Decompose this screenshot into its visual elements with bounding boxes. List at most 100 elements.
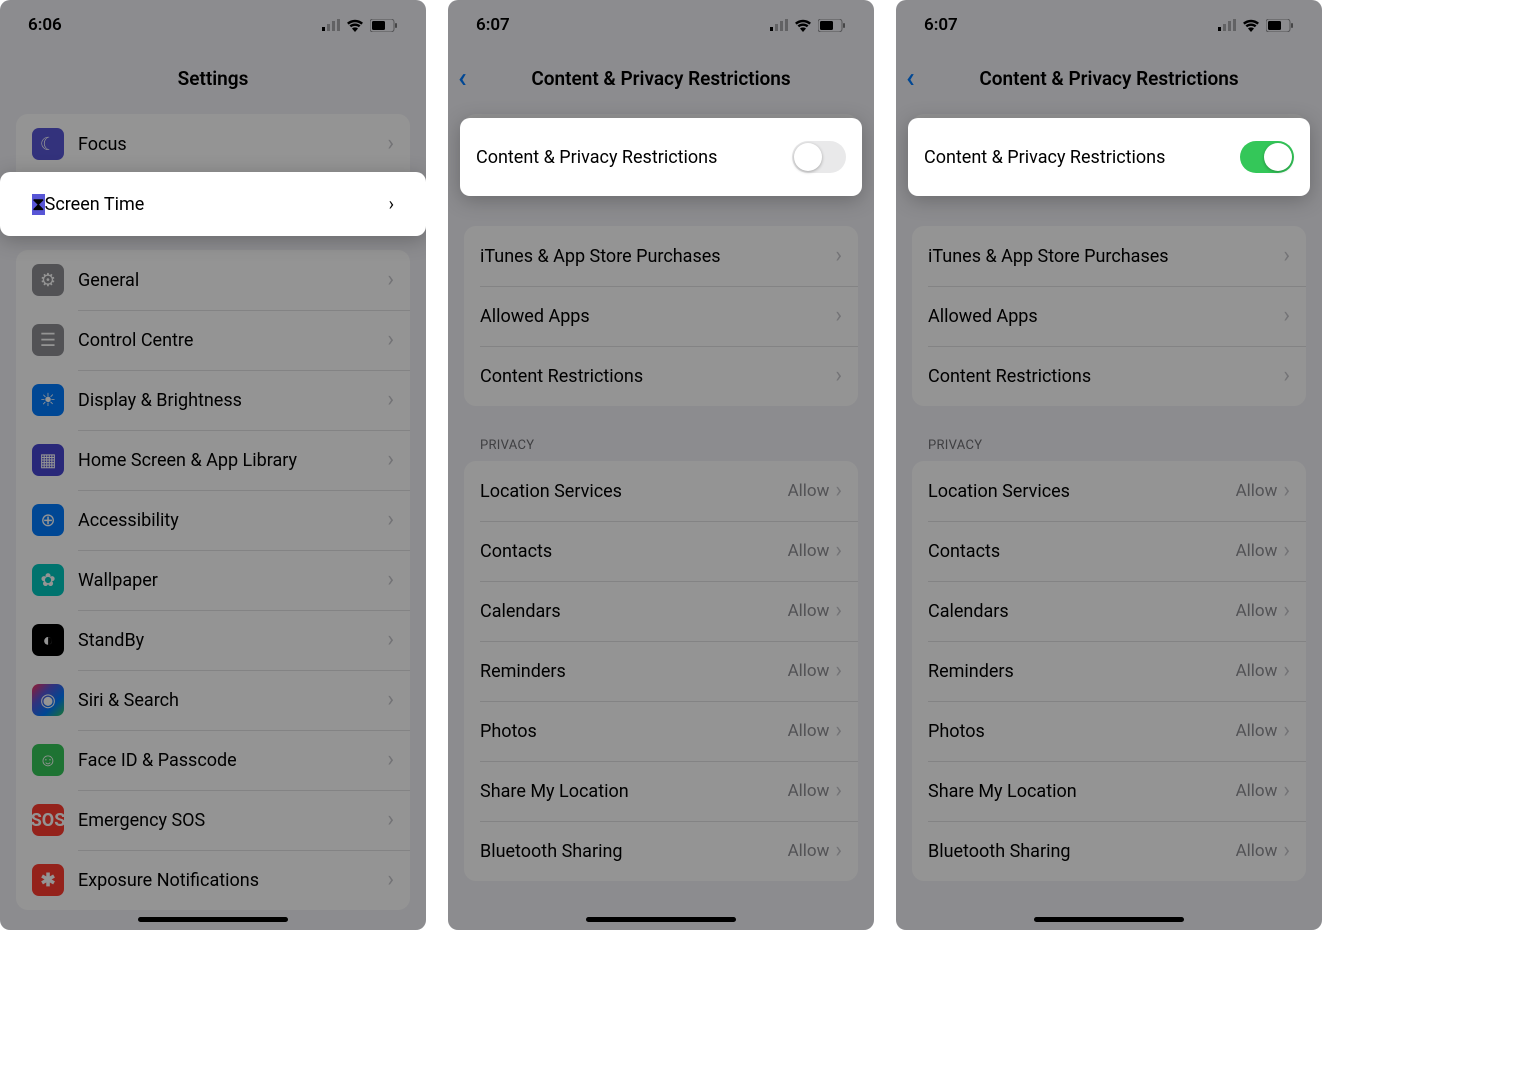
back-button[interactable]: ‹ [458,64,467,92]
row-calendars[interactable]: Calendars Allow › [464,581,858,641]
phone-settings: 6:06 Settings ☾ Focus › ⧗ Screen Time › … [0,0,426,930]
row-bluetooth-sharing[interactable]: Bluetooth Sharing Allow › [912,821,1306,881]
chevron-right-icon: › [387,569,394,591]
status-indicators [770,19,846,32]
row-faceid-passcode[interactable]: ☺ Face ID & Passcode › [16,730,410,790]
row-label: Siri & Search [78,690,387,711]
settings-group-general: ⚙ General › ☰ Control Centre › ☀ Display… [16,250,410,910]
wifi-icon [794,19,812,32]
status-time: 6:07 [924,15,958,35]
row-share-my-location[interactable]: Share My Location Allow › [464,761,858,821]
chevron-right-icon: › [835,305,842,327]
row-label: Calendars [480,601,788,622]
siri-icon: ◉ [32,684,64,716]
chevron-right-icon: › [387,509,394,531]
privacy-header: PRIVACY [896,432,1322,461]
row-value: Allow [1236,781,1278,801]
home-indicator[interactable] [586,917,736,922]
row-calendars[interactable]: Calendars Allow › [912,581,1306,641]
status-time: 6:06 [28,15,62,35]
home-indicator[interactable] [138,917,288,922]
row-exposure-notifications[interactable]: ✱ Exposure Notifications › [16,850,410,910]
content-group: iTunes & App Store Purchases › Allowed A… [464,226,858,406]
faceid-icon: ☺ [32,744,64,776]
row-label: Photos [928,721,1236,742]
row-label: Display & Brightness [78,390,387,411]
row-wallpaper[interactable]: ✿ Wallpaper › [16,550,410,610]
chevron-right-icon: › [1283,720,1290,742]
row-content-restrictions[interactable]: Content Restrictions › [464,346,858,406]
row-location-services[interactable]: Location Services Allow › [464,461,858,521]
row-photos[interactable]: Photos Allow › [912,701,1306,761]
privacy-group: Location Services Allow › Contacts Allow… [912,461,1306,881]
accessibility-icon: ⊕ [32,504,64,536]
row-label: Emergency SOS [78,810,387,831]
chevron-right-icon: › [387,689,394,711]
row-standby[interactable]: ◐ StandBy › [16,610,410,670]
cellular-icon [770,19,788,31]
chevron-right-icon: › [1283,540,1290,562]
wifi-icon [1242,19,1260,32]
toggle-switch[interactable] [1240,141,1294,173]
row-display-brightness[interactable]: ☀ Display & Brightness › [16,370,410,430]
row-contacts[interactable]: Contacts Allow › [464,521,858,581]
row-reminders[interactable]: Reminders Allow › [464,641,858,701]
row-emergency-sos[interactable]: SOS Emergency SOS › [16,790,410,850]
row-label: Reminders [480,661,788,682]
battery-icon [818,19,846,32]
row-value: Allow [788,601,830,621]
row-allowed-apps[interactable]: Allowed Apps › [464,286,858,346]
sun-icon: ☀ [32,384,64,416]
row-label: Screen Time [45,194,389,215]
row-value: Allow [1236,721,1278,741]
row-allowed-apps[interactable]: Allowed Apps › [912,286,1306,346]
row-label: Photos [480,721,788,742]
row-label: Focus [78,134,387,155]
row-contacts[interactable]: Contacts Allow › [912,521,1306,581]
row-label: Location Services [480,481,788,502]
home-indicator[interactable] [1034,917,1184,922]
row-label: Control Centre [78,330,387,351]
row-focus[interactable]: ☾ Focus › [16,114,410,174]
phone-restrictions-on: 6:07 ‹ Content & Privacy Restrictions Co… [896,0,1322,930]
chevron-right-icon: › [387,629,394,651]
row-control-centre[interactable]: ☰ Control Centre › [16,310,410,370]
row-restrictions-toggle-highlight[interactable]: Content & Privacy Restrictions [460,127,862,187]
chevron-right-icon: › [835,540,842,562]
row-general[interactable]: ⚙ General › [16,250,410,310]
chevron-right-icon: › [1283,600,1290,622]
row-content-restrictions[interactable]: Content Restrictions › [912,346,1306,406]
row-share-my-location[interactable]: Share My Location Allow › [912,761,1306,821]
content-group: iTunes & App Store Purchases › Allowed A… [912,226,1306,406]
row-itunes-purchases[interactable]: iTunes & App Store Purchases › [464,226,858,286]
row-itunes-purchases[interactable]: iTunes & App Store Purchases › [912,226,1306,286]
row-value: Allow [788,481,830,501]
chevron-right-icon: › [1283,660,1290,682]
chevron-right-icon: › [387,809,394,831]
row-label: Bluetooth Sharing [480,841,788,862]
row-label: Calendars [928,601,1236,622]
privacy-group: Location Services Allow › Contacts Allow… [464,461,858,881]
row-value: Allow [788,841,830,861]
row-photos[interactable]: Photos Allow › [464,701,858,761]
highlight-screen-time: ⧗ Screen Time › [0,172,426,236]
row-bluetooth-sharing[interactable]: Bluetooth Sharing Allow › [464,821,858,881]
row-reminders[interactable]: Reminders Allow › [912,641,1306,701]
nav-header: Settings [0,50,426,106]
row-accessibility[interactable]: ⊕ Accessibility › [16,490,410,550]
toggle-switch[interactable] [792,141,846,173]
row-home-screen[interactable]: ▦ Home Screen & App Library › [16,430,410,490]
back-button[interactable]: ‹ [906,64,915,92]
row-restrictions-toggle-highlight[interactable]: Content & Privacy Restrictions [908,127,1310,187]
row-location-services[interactable]: Location Services Allow › [912,461,1306,521]
row-label: Home Screen & App Library [78,450,387,471]
chevron-right-icon: › [835,840,842,862]
sos-icon: SOS [32,804,64,836]
battery-icon [370,19,398,32]
chevron-right-icon: › [835,780,842,802]
row-label: Reminders [928,661,1236,682]
row-label: Contacts [928,541,1236,562]
switches-icon: ☰ [32,324,64,356]
row-screen-time-highlight[interactable]: ⧗ Screen Time › [16,174,410,234]
row-siri-search[interactable]: ◉ Siri & Search › [16,670,410,730]
